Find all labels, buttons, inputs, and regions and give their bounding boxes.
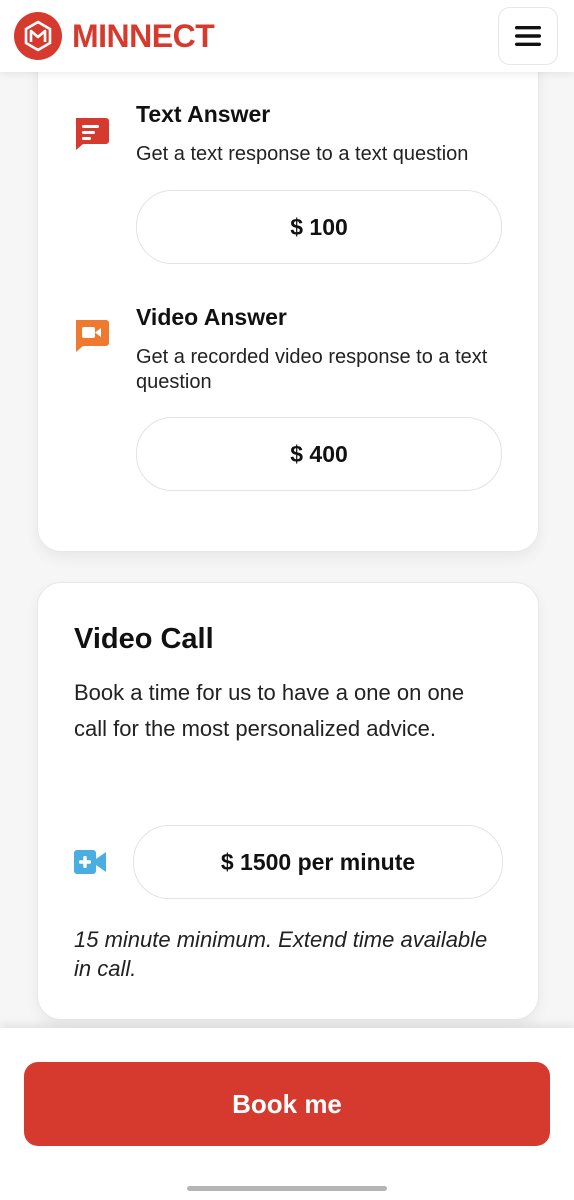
text-answer-price-button[interactable]: $ 100 xyxy=(136,190,502,264)
app-header: MINNECT xyxy=(0,0,574,72)
video-call-price-button[interactable]: $ 1500 per minute xyxy=(133,825,503,899)
video-answer-title: Video Answer xyxy=(136,304,287,330)
hamburger-menu-icon xyxy=(515,26,541,46)
book-me-button[interactable]: Book me xyxy=(24,1062,550,1146)
menu-button[interactable] xyxy=(498,7,558,65)
video-answer-description: Get a recorded video response to a text … xyxy=(136,346,488,393)
text-answer-title: Text Answer xyxy=(136,101,271,127)
video-call-card: Video Call Book a time for us to have a … xyxy=(37,582,539,1020)
video-message-icon xyxy=(72,317,110,355)
video-call-add-icon xyxy=(74,847,106,877)
video-call-title: Video Call xyxy=(74,623,214,655)
video-answer-price-button[interactable]: $ 400 xyxy=(136,417,502,491)
video-call-note: 15 minute minimum. Extend time available… xyxy=(74,927,488,981)
text-answer-description: Get a text response to a text question xyxy=(136,143,469,165)
brand-name: MINNECT xyxy=(72,17,215,54)
minnect-logo-icon xyxy=(14,12,62,60)
answers-card: Text Answer Get a text response to a tex… xyxy=(37,40,539,552)
text-message-icon xyxy=(72,115,110,153)
brand-logo[interactable]: MINNECT xyxy=(14,12,215,60)
bottom-action-bar: Book me xyxy=(0,1028,574,1200)
video-call-description: Book a time for us to have a one on one … xyxy=(74,680,465,741)
page: MINNECT Text Answer Get a text response … xyxy=(0,0,574,1200)
home-indicator[interactable] xyxy=(187,1186,387,1191)
